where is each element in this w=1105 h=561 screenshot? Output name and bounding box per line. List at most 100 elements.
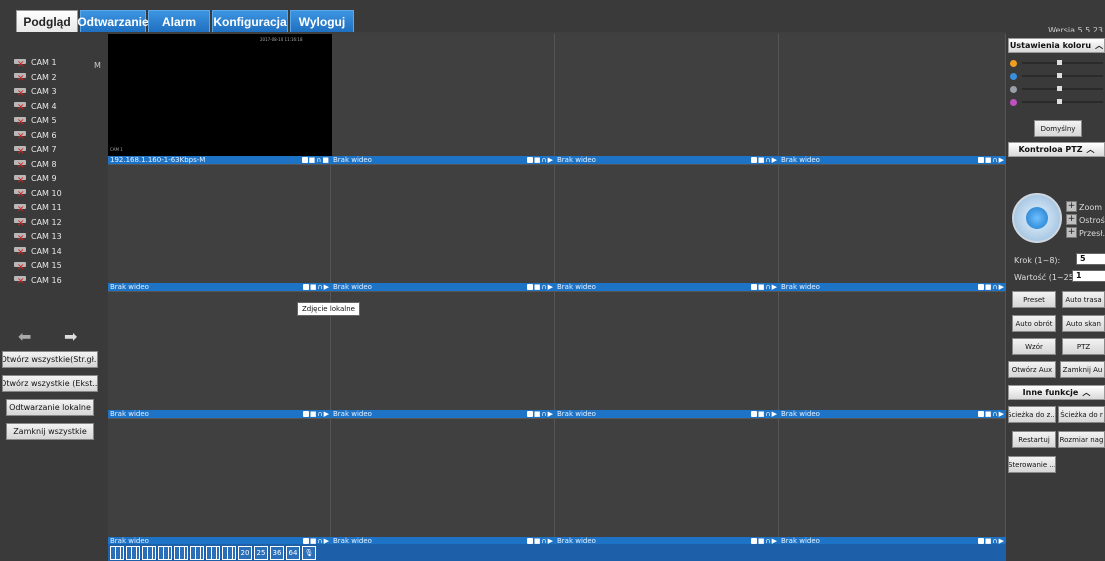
video-cell[interactable] <box>331 34 555 165</box>
play-icon[interactable]: ▶ <box>324 410 329 418</box>
snapshot-icon[interactable] <box>750 157 757 163</box>
record-icon[interactable]: ■ <box>985 283 992 291</box>
camera-list-item[interactable]: ✕ CAM 13 <box>12 230 62 243</box>
audio-icon[interactable]: ∩ <box>317 410 322 418</box>
snapshot-icon[interactable] <box>301 157 308 163</box>
slider-thumb[interactable] <box>1057 99 1062 104</box>
audio-icon[interactable]: ∩ <box>541 283 546 291</box>
video-cell[interactable] <box>555 165 779 292</box>
color-slider[interactable] <box>1010 72 1103 80</box>
record-icon[interactable]: ■ <box>985 156 992 164</box>
auto-scan-button[interactable]: Auto skan <box>1062 315 1105 332</box>
audio-icon[interactable]: ∩ <box>541 156 546 164</box>
layout-button[interactable] <box>206 545 220 560</box>
play-icon[interactable]: ▶ <box>772 410 777 418</box>
snapshot-icon[interactable] <box>302 284 309 290</box>
snapshot-icon[interactable] <box>977 284 984 290</box>
zoom-plus-icon[interactable]: + <box>1066 201 1077 212</box>
tab-configuration[interactable]: Konfiguracja <box>212 10 288 32</box>
layout-button[interactable] <box>222 545 236 560</box>
iris-plus-icon[interactable]: + <box>1066 227 1077 238</box>
camera-list-item[interactable]: ✕ CAM 7 <box>12 143 57 156</box>
video-cell[interactable] <box>555 34 779 165</box>
layout-button[interactable] <box>142 545 156 560</box>
play-icon[interactable]: ▶ <box>772 156 777 164</box>
slider-thumb[interactable] <box>1057 86 1062 91</box>
play-icon[interactable]: ▶ <box>324 283 329 291</box>
snapshot-icon[interactable] <box>750 284 757 290</box>
audio-icon[interactable]: ∩ <box>765 410 770 418</box>
record-icon[interactable]: ■ <box>985 410 992 418</box>
record-path-button[interactable]: Ścieżka do r <box>1058 406 1105 423</box>
record-icon[interactable]: ■ <box>758 410 765 418</box>
record-icon[interactable]: ■ <box>534 410 541 418</box>
open-aux-button[interactable]: Otwórz Aux <box>1008 361 1056 378</box>
video-cell[interactable] <box>331 292 555 419</box>
audio-icon[interactable]: ∩ <box>765 283 770 291</box>
focus-plus-icon[interactable]: + <box>1066 214 1077 225</box>
record-icon[interactable]: ■ <box>758 156 765 164</box>
slider-track[interactable] <box>1022 60 1103 65</box>
collapse-icon[interactable]: ︿ <box>1095 40 1103 51</box>
camera-list-item[interactable]: ✕ CAM 3 <box>12 85 57 98</box>
layout-button[interactable]: 36 <box>270 545 284 560</box>
layout-button[interactable]: 20 <box>238 545 252 560</box>
control-button[interactable]: Sterowanie ... <box>1008 456 1056 473</box>
camera-list-item[interactable]: ✕ CAM 6 <box>12 129 57 142</box>
preset-button[interactable]: Preset <box>1012 291 1056 308</box>
audio-icon[interactable]: ∩ <box>992 410 997 418</box>
video-cell[interactable] <box>108 419 331 546</box>
video-cell[interactable] <box>331 419 555 546</box>
local-playback-button[interactable]: Odtwarzanie lokalne <box>6 399 94 416</box>
camera-list-item[interactable]: ✕ CAM 9 <box>12 172 57 185</box>
camera-list-item[interactable]: ✕ CAM 12 <box>12 216 62 229</box>
color-slider[interactable] <box>1010 59 1103 67</box>
camera-list-item[interactable]: ✕ CAM 5 <box>12 114 57 127</box>
audio-icon[interactable]: ∩ <box>316 156 321 164</box>
snapshot-icon[interactable] <box>526 157 533 163</box>
step-input[interactable]: 5 <box>1076 253 1105 265</box>
auto-tour-button[interactable]: Auto trasa <box>1062 291 1105 308</box>
layout-button[interactable]: 25 <box>254 545 268 560</box>
tab-logout[interactable]: Wyloguj <box>290 10 354 32</box>
layout-button[interactable] <box>174 545 188 560</box>
open-all-extra-button[interactable]: Otwórz wszystkie (Ekst... <box>2 375 98 392</box>
play-icon[interactable]: ▶ <box>548 156 553 164</box>
layout-button[interactable]: 64 <box>286 545 300 560</box>
slider-track[interactable] <box>1022 73 1103 78</box>
camera-list-item[interactable]: ✕ CAM 16 <box>12 274 62 287</box>
camera-list-item[interactable]: ✕ CAM 15 <box>12 259 62 272</box>
microphone-icon[interactable]: 🎙 <box>302 545 316 560</box>
pattern-button[interactable]: Wzór <box>1012 338 1056 355</box>
camera-list-item[interactable]: ✕ CAM 11 <box>12 201 62 214</box>
tab-playback[interactable]: Odtwarzanie <box>77 10 149 32</box>
snapshot-path-button[interactable]: Ścieżka do z... <box>1008 406 1056 423</box>
play-icon[interactable]: ▶ <box>999 410 1004 418</box>
live-video-feed[interactable]: 2017-08-10 11:16:18 CAM 1 <box>108 34 332 156</box>
snapshot-icon[interactable] <box>302 411 309 417</box>
audio-icon[interactable]: ∩ <box>992 156 997 164</box>
video-cell[interactable] <box>779 419 1006 546</box>
tab-alarm[interactable]: Alarm <box>148 10 210 32</box>
record-icon[interactable]: ■ <box>310 283 317 291</box>
slider-track[interactable] <box>1022 99 1103 104</box>
value-input[interactable]: 1 <box>1072 270 1105 282</box>
record-size-button[interactable]: Rozmiar nag <box>1058 431 1105 448</box>
tab-preview[interactable]: Podgląd <box>16 10 78 32</box>
ptz-control-header[interactable]: Kontroloa PTZ ︿ <box>1008 142 1105 157</box>
layout-button[interactable] <box>190 545 204 560</box>
slider-thumb[interactable] <box>1057 60 1062 65</box>
video-cell[interactable] <box>779 292 1006 419</box>
ptz-center-button[interactable] <box>1026 207 1048 229</box>
record-icon[interactable]: ■ <box>534 283 541 291</box>
default-color-button[interactable]: Domyślny <box>1034 120 1082 137</box>
camera-list-item[interactable]: ✕ CAM 2 <box>12 71 57 84</box>
video-cell[interactable] <box>779 34 1006 165</box>
audio-icon[interactable]: ∩ <box>541 410 546 418</box>
snapshot-icon[interactable] <box>526 284 533 290</box>
play-icon[interactable]: ▶ <box>999 283 1004 291</box>
other-functions-header[interactable]: Inne funkcje ︿ <box>1008 385 1105 400</box>
video-cell[interactable] <box>555 419 779 546</box>
camera-list-item[interactable]: ✕ CAM 14 <box>12 245 62 258</box>
layout-button[interactable] <box>126 545 140 560</box>
